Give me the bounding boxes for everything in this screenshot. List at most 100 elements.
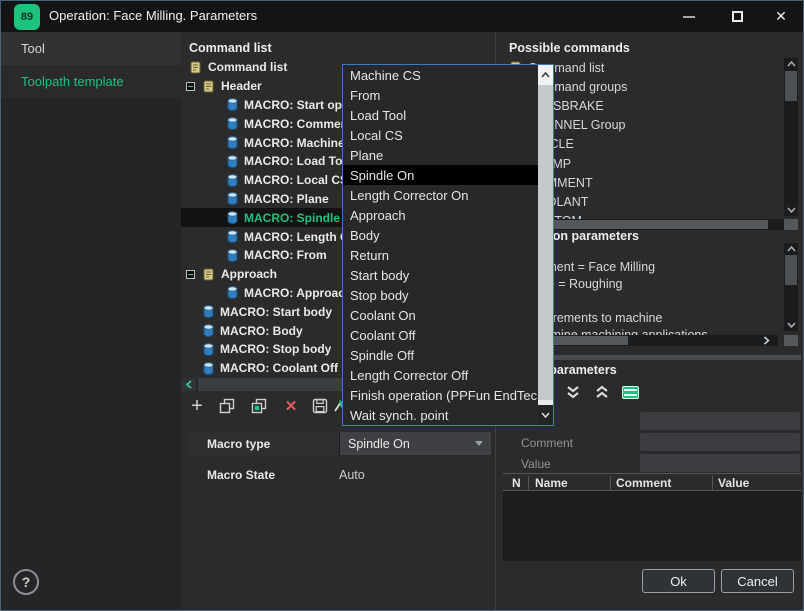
column-header-name[interactable]: Name [535,476,568,490]
menu-item-length-corrector-on[interactable]: Length Corrector On [343,185,539,205]
scroll-down-icon[interactable] [784,319,798,331]
copy-icon[interactable] [219,396,235,416]
ok-button[interactable]: Ok [642,569,715,593]
tree-item-label: MACRO: Stop body [220,342,331,356]
macro-icon [227,98,238,111]
menu-item-wait-synch-point[interactable]: Wait synch. point [343,405,539,425]
tree-item-label: MACRO: Approach [244,286,352,300]
menu-item-stop-body[interactable]: Stop body [343,285,539,305]
tag-icon [189,61,202,74]
macro-icon [227,155,238,168]
comment-field[interactable] [640,433,800,451]
macro-icon [203,343,214,356]
parameters-table-header: N Name Comment Value [503,473,801,491]
scrollbar-thumb[interactable] [538,85,553,400]
menu-item-approach[interactable]: Approach [343,205,539,225]
dropdown-items: Machine CS From Load Tool Local CS Plane… [343,65,539,425]
scroll-up-icon[interactable] [784,243,798,255]
scrollbar-corner [784,335,798,346]
tree-item-label: MACRO: Plane [244,192,329,206]
scroll-down-icon[interactable] [538,405,553,425]
macro-state-row: Macro State Auto [187,464,491,486]
menu-item-coolant-on[interactable]: Coolant On [343,305,539,325]
value-field-label: Value [521,457,551,471]
save-icon[interactable] [312,396,328,416]
maximize-button[interactable] [717,1,757,32]
macro-type-value: Spindle On [348,437,410,451]
tree-item-label: MACRO: Start body [220,305,332,319]
macro-type-combobox[interactable]: Spindle On [339,432,491,455]
maximize-icon [732,11,743,22]
help-button[interactable]: ? [13,569,39,595]
macro-icon [227,117,238,130]
possible-commands-scrollbar[interactable] [784,58,798,216]
column-header-n[interactable]: N [512,476,521,490]
minimize-icon [683,16,695,18]
macro-type-row: Macro type Spindle On [187,432,491,455]
column-separator[interactable] [528,476,529,490]
cancel-button[interactable]: Cancel [721,569,794,593]
scrollbar-thumb[interactable] [785,255,797,285]
add-icon[interactable]: + [187,396,207,416]
collapse-icon[interactable] [186,82,195,91]
sidebar: Tool Toolpath template ? [1,32,181,611]
copy-active-icon[interactable] [251,396,267,416]
menu-item-plane[interactable]: Plane [343,145,539,165]
close-button[interactable]: ✕ [761,1,801,32]
menu-item-finish-operation[interactable]: Finish operation (PPFun EndTech... [343,385,539,405]
menu-item-load-tool[interactable]: Load Tool [343,105,539,125]
scroll-right-icon[interactable] [763,335,770,346]
parameters-table-body[interactable] [503,491,801,561]
column-header-comment[interactable]: Comment [616,476,671,490]
column-header-value[interactable]: Value [718,476,749,490]
fit-rows-icon[interactable] [620,384,640,400]
column-separator[interactable] [712,476,713,490]
collapse-all-icon[interactable] [564,384,582,400]
menu-item-spindle-on[interactable]: Spindle On [343,165,539,185]
tag-icon [202,80,215,93]
sidebar-item-toolpath-template[interactable]: Toolpath template [1,65,181,98]
close-icon: ✕ [775,8,787,25]
menu-item-start-body[interactable]: Start body [343,265,539,285]
command-dropdown-menu: Machine CS From Load Tool Local CS Plane… [342,64,554,426]
scrollbar-thumb[interactable] [785,71,797,101]
macro-icon [227,211,238,224]
menu-item-from[interactable]: From [343,85,539,105]
macro-icon [203,324,214,337]
minimize-button[interactable] [669,1,709,32]
menu-item-return[interactable]: Return [343,245,539,265]
macro-icon [227,249,238,262]
menu-item-local-cs[interactable]: Local CS [343,125,539,145]
chevron-down-icon [475,441,483,446]
column-separator[interactable] [610,476,611,490]
collapse-icon[interactable] [186,270,195,279]
macro-icon [227,136,238,149]
menu-item-spindle-off[interactable]: Spindle Off [343,345,539,365]
tree-item-label: MACRO: Load Tool [244,154,353,168]
value-field[interactable] [640,454,800,472]
expand-all-icon[interactable] [593,384,611,400]
delete-icon[interactable]: ✕ [281,396,301,416]
macro-state-value[interactable]: Auto [339,468,365,482]
scroll-up-icon[interactable] [538,65,553,85]
scroll-left-icon[interactable] [181,378,196,391]
menu-item-body[interactable]: Body [343,225,539,245]
macro-icon [227,286,238,299]
dropdown-scrollbar[interactable] [538,65,553,425]
menu-item-machine-cs[interactable]: Machine CS [343,65,539,85]
title-bar: 89 Operation: Face Milling. Parameters ✕ [1,1,804,32]
macro-icon [203,362,214,375]
scroll-up-icon[interactable] [784,58,798,70]
sidebar-item-tool[interactable]: Tool [1,32,181,65]
tree-item-label: Header [221,79,262,93]
menu-item-length-corrector-off[interactable]: Length Corrector Off [343,365,539,385]
window-title: Operation: Face Milling. Parameters [49,8,257,23]
dialog-window: 89 Operation: Face Milling. Parameters ✕… [0,0,804,611]
operation-parameters-scrollbar[interactable] [784,243,798,331]
tree-item-label: MACRO: Comment [244,117,352,131]
scroll-down-icon[interactable] [784,204,798,216]
name-field[interactable] [640,412,800,430]
macro-icon [203,305,214,318]
menu-item-coolant-off[interactable]: Coolant Off [343,325,539,345]
macro-state-label: Macro State [187,468,339,482]
